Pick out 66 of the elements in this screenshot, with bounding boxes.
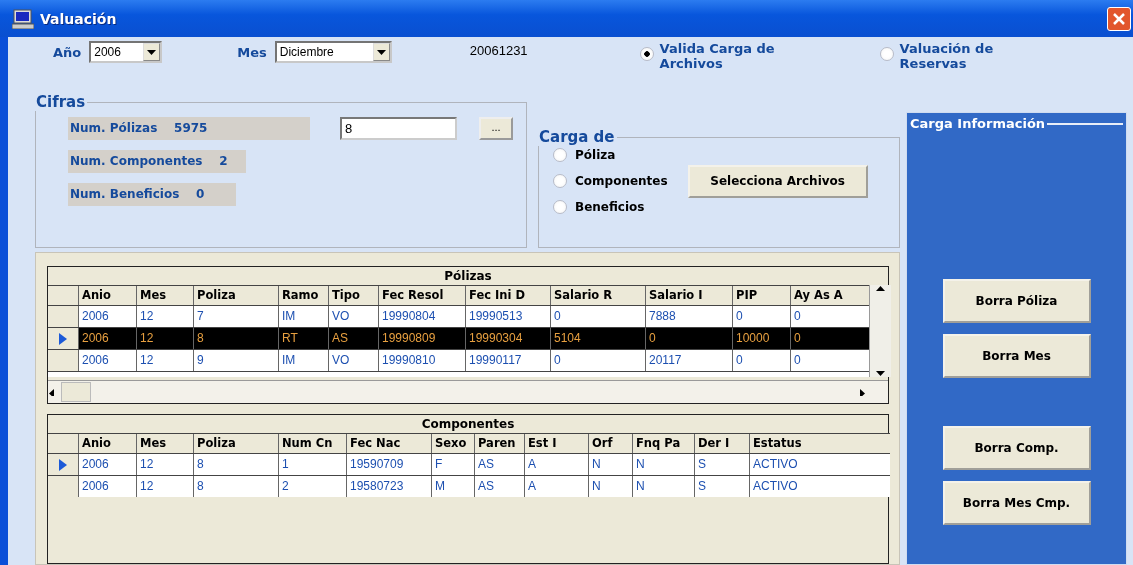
scroll-left-icon xyxy=(48,388,57,396)
window-title: Valuación xyxy=(40,10,118,27)
radio-button[interactable] xyxy=(879,47,894,61)
delete-button[interactable]: Borra Mes xyxy=(942,334,1091,378)
caret-icon xyxy=(376,48,386,56)
table-cell: 8 xyxy=(193,476,278,497)
delete-button[interactable]: Borra Comp. xyxy=(942,426,1091,470)
table-cell: N xyxy=(632,476,694,497)
table-cell: 19580723 xyxy=(346,476,431,497)
table-cell: N xyxy=(588,476,632,497)
data-grid[interactable]: Componentes Anio Mes Poliza Num Cn Fec Nac Sexo Paren Est I Orf Fnq Pa Der I Estatus 2006 12 8 1 19590709 F AS A N N S ACTIVO 2006 12 8 2 19580723 M AS A N N S ACTIVO xyxy=(47,414,889,564)
table-cell: A xyxy=(524,476,588,497)
radio-button[interactable] xyxy=(553,174,567,188)
close-icon xyxy=(1113,12,1125,25)
table-cell: 2 xyxy=(278,476,346,497)
data-grid[interactable] xyxy=(47,266,889,404)
table-cell: S xyxy=(694,476,749,497)
scroll-up-icon xyxy=(876,285,885,292)
horizontal-scrollbar[interactable] xyxy=(48,380,888,403)
row-selector[interactable] xyxy=(48,328,78,349)
radio-label[interactable]: Póliza xyxy=(575,148,616,162)
field-label: Mes xyxy=(237,44,267,60)
period-text: 20061231 xyxy=(469,43,528,58)
table-row[interactable]: 2006 12 8 RT AS 19990809 19990304 5104 0 10000 0 xyxy=(48,327,869,349)
radio-label[interactable]: Valuación de Reservas xyxy=(899,41,1040,71)
table-row[interactable]: 2006 12 8 1 19590709 F AS A N N S ACTIVO xyxy=(48,453,890,475)
delete-button[interactable]: Borra Mes Cmp. xyxy=(942,481,1091,525)
table-cell: AS xyxy=(474,476,524,497)
count-text: Num. Componentes 2 xyxy=(68,150,246,173)
table-cell: M xyxy=(431,476,474,497)
table-row[interactable]: 2006 12 8 2 19580723 M AS A N N S ACTIVO xyxy=(48,475,890,497)
browse-button[interactable]: ... xyxy=(479,117,513,140)
table-row[interactable]: 2006 12 9 IM VO 19990810 19990117 0 20117 0 0 xyxy=(48,349,869,371)
count-text: Num. Pólizas 5975 xyxy=(68,117,310,140)
scroll-thumb[interactable] xyxy=(61,382,91,402)
panel-title: Carga Información xyxy=(910,116,1046,131)
table-cell: 12 xyxy=(136,476,193,497)
radio-label[interactable]: Valida Carga de Archivos xyxy=(659,41,800,71)
field-label: Año xyxy=(53,44,82,60)
radio-button[interactable] xyxy=(639,47,654,61)
table-row[interactable]: 2006 12 7 IM VO 19990804 19990513 0 7888 0 0 xyxy=(48,305,869,327)
delete-button[interactable]: Borra Póliza xyxy=(942,279,1091,323)
scroll-down-icon xyxy=(876,370,885,377)
radio-label[interactable]: Componentes xyxy=(575,174,668,188)
month-dropdown[interactable]: Diciembre xyxy=(274,41,392,63)
year-dropdown[interactable]: 2006 xyxy=(89,41,163,63)
close-button[interactable] xyxy=(1107,6,1131,31)
group-title: Cifras xyxy=(35,93,87,111)
caret-icon xyxy=(147,48,157,56)
table-cell: 2006 xyxy=(78,476,136,497)
table-cell: ACTIVO xyxy=(749,476,890,497)
computer-icon xyxy=(12,8,34,29)
radio-button[interactable] xyxy=(553,148,567,162)
row-selector[interactable] xyxy=(48,454,78,475)
grid-title: Componentes xyxy=(421,417,515,431)
row-pointer-icon xyxy=(59,332,67,345)
radio-label[interactable]: Beneficios xyxy=(575,200,645,214)
grid-title: Pólizas xyxy=(444,269,492,283)
group-title: Carga de xyxy=(538,128,616,146)
count-text: Num. Beneficios 0 xyxy=(68,183,236,206)
row-pointer-icon xyxy=(59,458,67,471)
scroll-right-icon xyxy=(858,388,867,396)
select-files-button[interactable]: Selecciona Archivos xyxy=(687,164,868,198)
radio-button[interactable] xyxy=(553,200,567,214)
vertical-scrollbar[interactable] xyxy=(869,285,891,377)
input-field[interactable]: 8 xyxy=(340,117,457,140)
